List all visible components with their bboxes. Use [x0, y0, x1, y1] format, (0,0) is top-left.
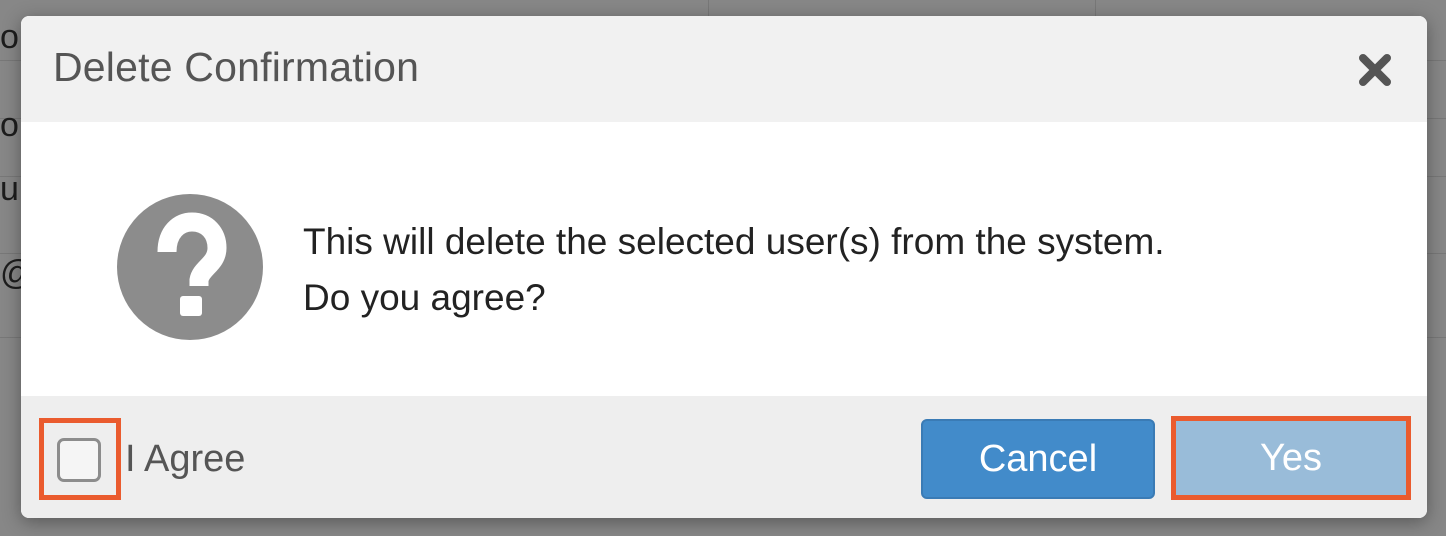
cancel-button[interactable]: Cancel	[921, 419, 1155, 499]
dialog-title: Delete Confirmation	[53, 44, 420, 90]
yes-button[interactable]: Yes	[1176, 421, 1406, 495]
close-icon[interactable]	[1357, 52, 1393, 88]
delete-confirmation-dialog: Delete Confirmation This will delete the…	[21, 16, 1427, 518]
question-circle-icon	[117, 194, 263, 340]
message-line: Do you agree?	[303, 277, 546, 318]
agree-label[interactable]: I Agree	[125, 438, 245, 481]
message-line: This will delete the selected user(s) fr…	[303, 221, 1165, 262]
dialog-message: This will delete the selected user(s) fr…	[303, 214, 1165, 326]
dialog-footer: I Agree Cancel Yes	[21, 396, 1427, 518]
dialog-body: This will delete the selected user(s) fr…	[21, 122, 1427, 396]
agree-checkbox[interactable]	[57, 438, 101, 482]
dialog-header: Delete Confirmation	[21, 16, 1427, 122]
